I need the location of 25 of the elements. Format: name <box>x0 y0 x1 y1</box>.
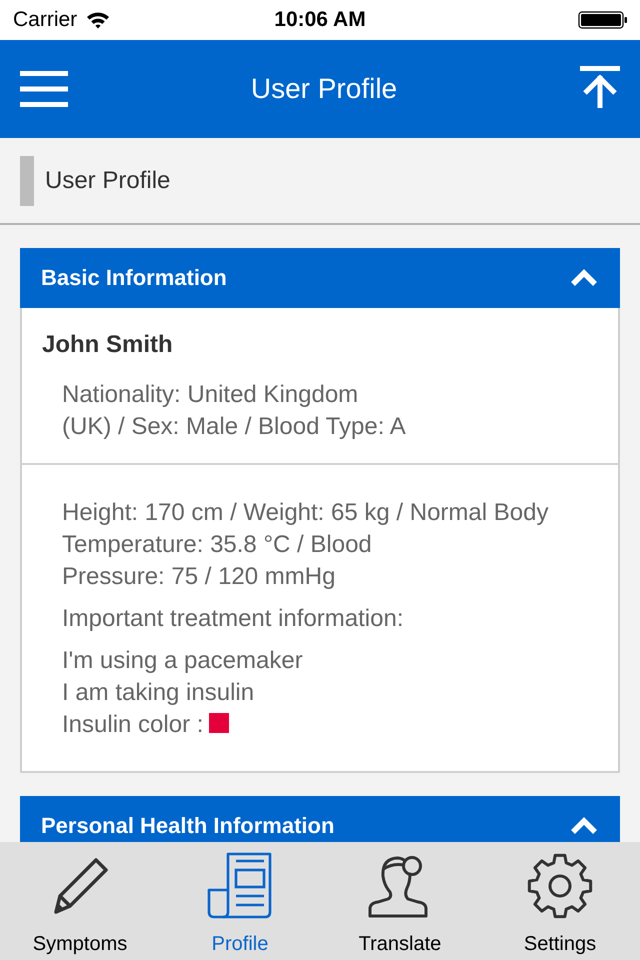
status-time: 10:06 AM <box>274 8 366 32</box>
person-name: John Smith <box>42 330 174 360</box>
vital-signs-text: Height: 170 cm / Weight: 65 kg / Normal Body Temperature: 35.8 °C / Blood Pressure: 75 / 120 mmHg <box>62 498 550 592</box>
insulin-color-label: Insulin color : <box>62 710 204 740</box>
arrow-to-top-icon <box>580 66 620 108</box>
treatment-item: I'm using a pacemaker <box>62 646 304 676</box>
document-icon <box>206 852 274 920</box>
page-title: User Profile <box>250 73 398 105</box>
tab-item[interactable]: Profile <box>160 842 320 960</box>
section-marker <box>20 156 34 206</box>
section-title: User Profile <box>45 166 170 194</box>
personal-details-text: Nationality: United Kingdom (UK) / Sex: Male / Blood Type: A <box>62 380 407 442</box>
treatment-item: I am taking insulin <box>62 678 256 708</box>
carrier-name: Carrier <box>13 8 78 32</box>
tab-item[interactable]: Translate <box>320 842 480 960</box>
menu-button[interactable] <box>20 71 68 107</box>
panel-header[interactable]: Personal Health Information <box>20 796 620 842</box>
menu-icon <box>20 71 68 107</box>
settings-icon <box>526 852 594 920</box>
tab-item[interactable]: Settings <box>480 842 640 960</box>
treatment-heading: Important treatment information: <box>62 604 404 634</box>
wifi-signal-icon <box>86 11 110 29</box>
battery-icon <box>578 11 628 29</box>
panel-header[interactable]: Basic Information <box>20 248 620 308</box>
tab-item[interactable]: Symptoms <box>0 842 160 960</box>
